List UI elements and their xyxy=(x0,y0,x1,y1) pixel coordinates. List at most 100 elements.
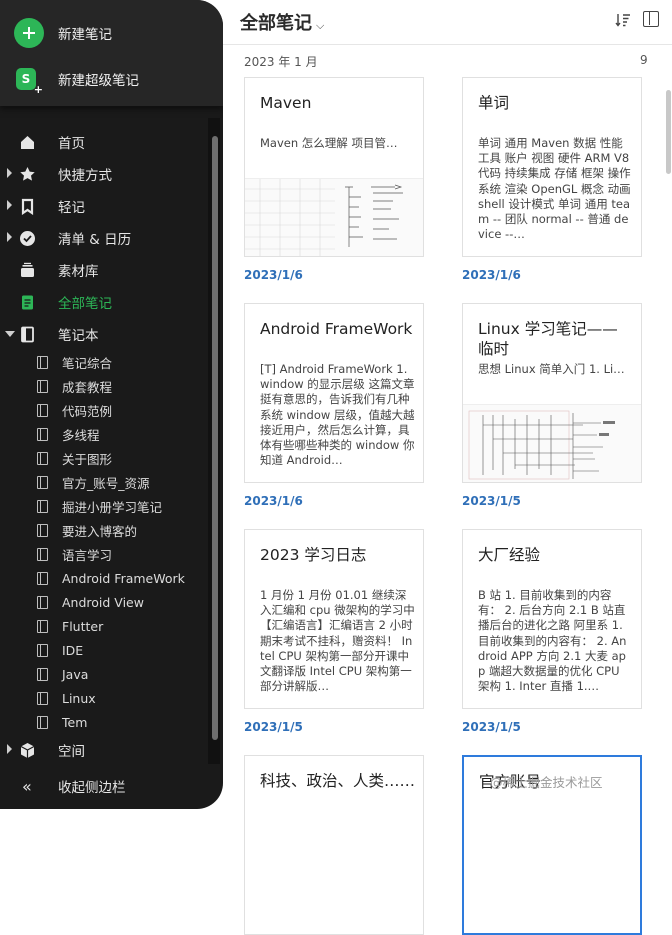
notebook-item[interactable]: 成套教程 xyxy=(0,374,209,398)
home-icon xyxy=(21,136,34,149)
notes-title-dropdown[interactable]: 全部笔记 ⌵ xyxy=(240,9,324,35)
notebook-label: 要进入博客的 xyxy=(62,523,138,539)
notebook-icon xyxy=(37,596,48,609)
notebook-label: Flutter xyxy=(62,618,104,634)
notebook-label: 语言学习 xyxy=(62,547,113,563)
note-card[interactable]: Maven Maven 怎么理解 项目管… xyxy=(244,77,424,257)
notebook-item[interactable]: 笔记综合 xyxy=(0,350,209,374)
notebook-icon xyxy=(37,644,48,657)
cube-icon xyxy=(20,743,35,758)
notebook-item[interactable]: 语言学习 xyxy=(0,542,209,566)
notebook-item[interactable]: IDE xyxy=(0,638,209,662)
notebook-item[interactable]: Flutter xyxy=(0,614,209,638)
sidebar-item-label: 笔记本 xyxy=(58,328,99,344)
notebook-label: 多线程 xyxy=(62,427,100,443)
new-note-button[interactable]: 新建笔记 xyxy=(14,18,112,48)
note-card[interactable]: 单词 单词 通用 Maven 数据 性能 工具 账户 视图 硬件 ARM V8 … xyxy=(462,77,642,257)
note-title: Linux 学习笔记——临时 xyxy=(478,320,618,358)
notebook-icon xyxy=(37,572,48,585)
note-date: 2023/1/5 xyxy=(462,720,521,734)
sidebar-item-label: 首页 xyxy=(58,136,85,152)
notebook-item[interactable]: 关于图形 xyxy=(0,446,209,470)
note-date: 2023/1/6 xyxy=(462,268,521,282)
notebook-item[interactable]: Android View xyxy=(0,590,209,614)
note-snippet: B 站 1. 目前收集到的内容有： 2. 后台方向 2.1 B 站直播后台的进化… xyxy=(478,588,627,694)
notebook-item[interactable]: 掘进小册学习笔记 xyxy=(0,494,209,518)
sidebar-item-quick-notes[interactable]: 轻记 xyxy=(0,190,209,222)
note-card[interactable]: Android FrameWork [T] Android FrameWork … xyxy=(244,303,424,483)
note-snippet: 思想 Linux 简单入门 1. Li… xyxy=(478,362,625,376)
sidebar-item-label: 空间 xyxy=(58,744,85,760)
note-card[interactable]: 科技、政治、人类…… xyxy=(244,755,424,935)
notes-header: 全部笔记 ⌵ xyxy=(223,0,672,45)
star-icon xyxy=(20,167,35,181)
month-group-header: 2023 年 1 月 xyxy=(244,55,318,69)
note-date: 2023/1/5 xyxy=(462,494,521,508)
sidebar-item-label: 清单 & 日历 xyxy=(58,232,132,248)
notes-scrollbar-thumb[interactable] xyxy=(666,90,671,174)
note-snippet: [T] Android FrameWork 1. window 的显示层级 这篇… xyxy=(260,362,415,468)
note-date: 2023/1/5 xyxy=(244,720,303,734)
notebook-item[interactable]: Tem xyxy=(0,710,209,734)
notebook-icon xyxy=(37,716,48,729)
view-layout-icon[interactable] xyxy=(643,11,659,27)
notebook-label: Linux xyxy=(62,690,96,706)
sort-icon[interactable] xyxy=(615,12,631,28)
library-icon xyxy=(21,262,34,277)
page-title: 全部笔记 xyxy=(240,13,312,34)
sidebar-item-all-notes[interactable]: 全部笔记 xyxy=(0,286,209,318)
note-title: 2023 学习日志 xyxy=(260,546,367,564)
collapse-sidebar-label: 收起侧边栏 xyxy=(58,780,126,796)
notebook-label: IDE xyxy=(62,642,84,658)
notebook-label: 掘进小册学习笔记 xyxy=(62,499,163,515)
notebook-item[interactable]: Java xyxy=(0,662,209,686)
notebook-item[interactable]: 要进入博客的 xyxy=(0,518,209,542)
note-card[interactable]: 大厂经验 B 站 1. 目前收集到的内容有： 2. 后台方向 2.1 B 站直播… xyxy=(462,529,642,709)
sidebar-item-label: 素材库 xyxy=(58,264,99,280)
sidebar-item-label: 全部笔记 xyxy=(58,296,112,312)
notebook-item[interactable]: 代码范例 xyxy=(0,398,209,422)
notebook-icon xyxy=(37,476,48,489)
notebook-label: 成套教程 xyxy=(62,379,113,395)
sidebar-item-tasks-calendar[interactable]: 清单 & 日历 xyxy=(0,222,209,254)
super-note-icon: S xyxy=(16,68,43,96)
note-thumbnail xyxy=(245,178,423,256)
notebook-label: 代码范例 xyxy=(62,403,113,419)
notebook-icon xyxy=(37,692,48,705)
notebook-label: Java xyxy=(62,666,89,682)
notebook-item[interactable]: 多线程 xyxy=(0,422,209,446)
notebook-item[interactable]: Linux xyxy=(0,686,209,710)
chevron-right-icon[interactable] xyxy=(7,232,12,242)
sidebar-item-spaces[interactable]: 空间 xyxy=(0,734,209,766)
notebook-label: 笔记综合 xyxy=(62,355,113,371)
sidebar-item-library[interactable]: 素材库 xyxy=(0,254,209,286)
notebook-label: 官方_账号_资源 xyxy=(62,475,150,491)
chevron-down-icon[interactable] xyxy=(5,331,15,337)
note-title: 科技、政治、人类…… xyxy=(260,772,416,790)
sidebar-item-shortcuts[interactable]: 快捷方式 xyxy=(0,158,209,190)
notebook-icon xyxy=(37,404,48,417)
new-super-note-label: 新建超级笔记 xyxy=(58,73,139,89)
sidebar-nav: 首页 快捷方式 轻记 清单 & 日历 素材库 全部笔记 笔记本 笔记综合 成套教… xyxy=(0,126,209,766)
sidebar-top-actions: 新建笔记 S 新建超级笔记 xyxy=(0,0,223,106)
sidebar-item-home[interactable]: 首页 xyxy=(0,126,209,158)
chevron-right-icon[interactable] xyxy=(7,200,12,210)
sidebar-scrollbar-thumb[interactable] xyxy=(212,136,218,740)
note-card[interactable]: 2023 学习日志 1 月份 1 月份 01.01 继续深入汇编和 cpu 微架… xyxy=(244,529,424,709)
quick-note-icon xyxy=(21,198,34,215)
watermark: @稀土掘金技术社区 xyxy=(490,775,603,790)
notebook-icon xyxy=(37,500,48,513)
chevron-right-icon[interactable] xyxy=(7,744,12,754)
chevron-right-icon[interactable] xyxy=(7,168,12,178)
note-card[interactable]: Linux 学习笔记——临时 思想 Linux 简单入门 1. Li… xyxy=(462,303,642,483)
notebook-item[interactable]: 官方_账号_资源 xyxy=(0,470,209,494)
new-super-note-button[interactable]: S 新建超级笔记 xyxy=(14,64,139,96)
note-thumbnail xyxy=(463,404,641,482)
sidebar-item-label: 轻记 xyxy=(58,200,85,216)
collapse-sidebar-button[interactable]: « 收起侧边栏 xyxy=(0,770,223,802)
notebook-label: Tem xyxy=(62,714,88,730)
notebook-item[interactable]: Android FrameWork xyxy=(0,566,209,590)
sidebar-item-notebooks[interactable]: 笔记本 xyxy=(0,318,209,350)
note-title: Maven xyxy=(260,94,312,112)
note-snippet: 1 月份 1 月份 01.01 继续深入汇编和 cpu 微架构的学习中 【汇编语… xyxy=(260,588,415,694)
